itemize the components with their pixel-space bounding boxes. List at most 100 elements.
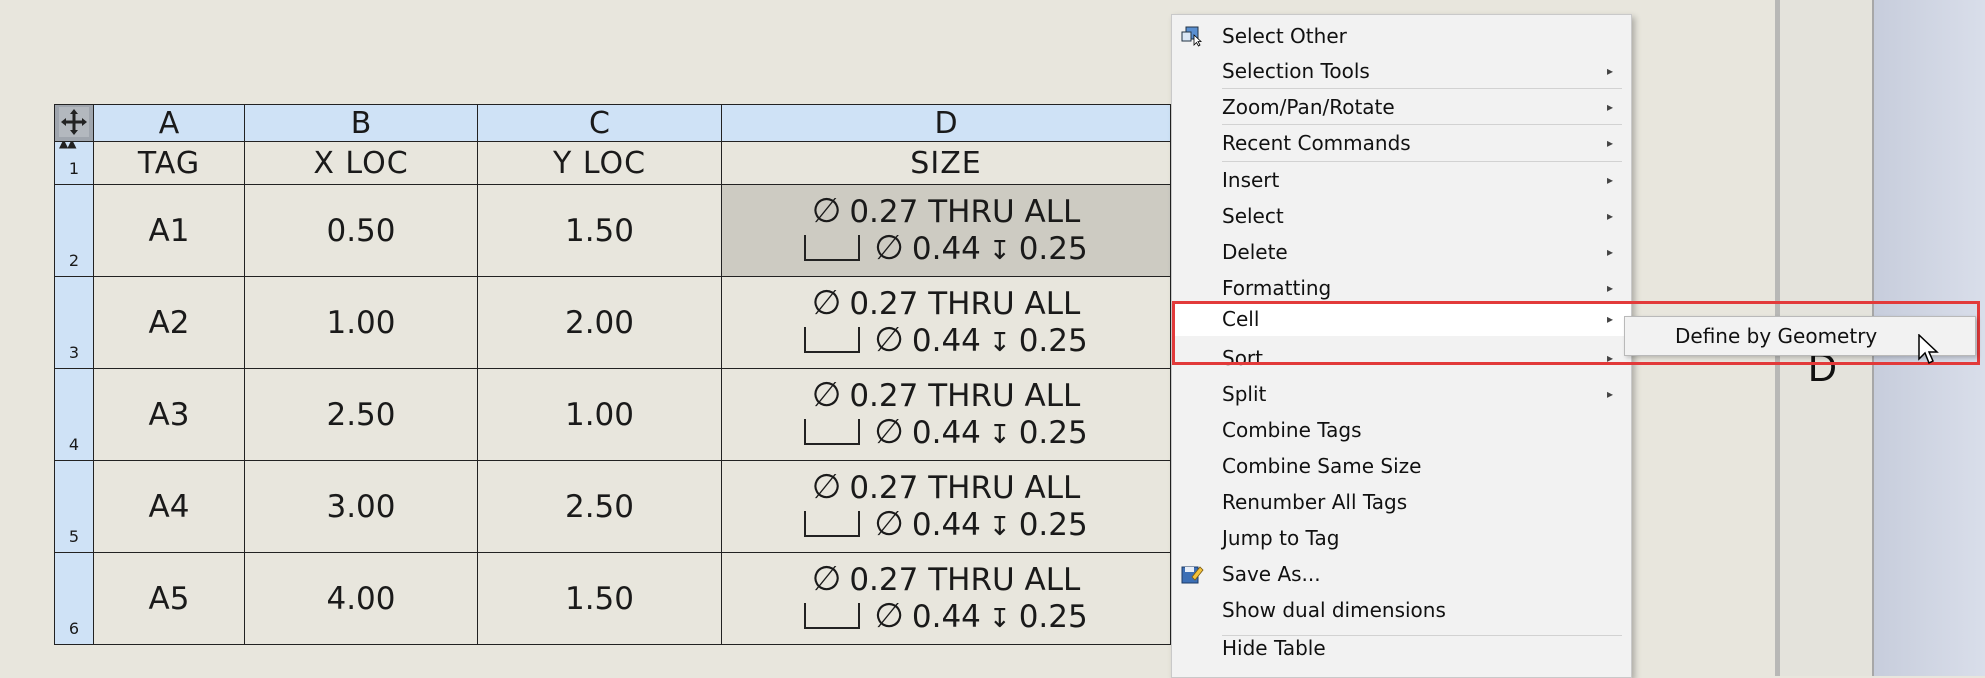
x-loc-cell[interactable]: 1.00: [244, 276, 478, 369]
row-number: 3: [68, 343, 80, 362]
size-line-1: ∅ 0.27 THRU ALL: [723, 466, 1170, 507]
menu-item-renumber-all-tags[interactable]: Renumber All Tags: [1172, 485, 1631, 519]
size-cell[interactable]: ∅ 0.27 THRU ALL ∅ 0.44 ↧ 0.25: [721, 184, 1171, 277]
menu-item-hide-table[interactable]: Hide Table: [1172, 631, 1631, 665]
context-menu: Select Other Selection Tools ▸ Zoom/Pan/Rot…: [1171, 14, 1632, 678]
diameter-symbol: ∅: [811, 282, 842, 323]
menu-item-label: Select: [1222, 204, 1284, 228]
menu-item-label: Jump to Tag: [1222, 526, 1340, 550]
submenu-arrow-icon: ▸: [1606, 100, 1613, 114]
menu-item-label: Combine Tags: [1222, 418, 1362, 442]
x-loc-cell[interactable]: 3.00: [244, 460, 478, 553]
row-header[interactable]: 6: [54, 552, 94, 645]
row-header[interactable]: 2: [54, 184, 94, 277]
size-line-2: ∅ 0.44 ↧ 0.25: [723, 414, 1170, 453]
menu-item-formatting[interactable]: Formatting ▸: [1172, 271, 1631, 305]
row-number: 5: [68, 527, 80, 546]
menu-item-label: Insert: [1222, 168, 1280, 192]
menu-item-label: Delete: [1222, 240, 1288, 264]
menu-item-sort[interactable]: Sort ▸: [1172, 341, 1631, 375]
counterbore-diameter: 0.44: [911, 322, 981, 359]
menu-item-selection-tools[interactable]: Selection Tools ▸: [1172, 54, 1631, 88]
header-cell-size[interactable]: SIZE: [721, 141, 1171, 185]
row-number: 1: [68, 159, 80, 178]
tag-cell[interactable]: A5: [93, 552, 245, 645]
menu-item-delete[interactable]: Delete ▸: [1172, 235, 1631, 269]
row-header-1[interactable]: ▲▲ 1: [54, 141, 94, 185]
size-cell[interactable]: ∅ 0.27 THRU ALL ∅ 0.44 ↧ 0.25: [721, 276, 1171, 369]
table-row: 2 A1 0.50 1.50 ∅ 0.27 THRU ALL ∅ 0.44 ↧ 0.25: [54, 184, 1171, 277]
y-loc-cell[interactable]: 2.50: [477, 460, 722, 553]
x-loc-cell[interactable]: 2.50: [244, 368, 478, 461]
menu-item-jump-to-tag[interactable]: Jump to Tag: [1172, 521, 1631, 555]
column-header-a[interactable]: A: [93, 104, 245, 142]
menu-item-save-as[interactable]: Save As...: [1172, 557, 1631, 591]
tag-cell[interactable]: A4: [93, 460, 245, 553]
diameter-symbol: ∅: [811, 558, 842, 599]
select-other-icon: [1181, 26, 1203, 47]
counterbore-depth: 0.25: [1018, 230, 1088, 267]
tag-cell[interactable]: A3: [93, 368, 245, 461]
x-loc-cell[interactable]: 4.00: [244, 552, 478, 645]
header-cell-tag[interactable]: TAG: [93, 141, 245, 185]
depth-symbol: ↧: [988, 327, 1011, 358]
menu-item-label: Recent Commands: [1222, 131, 1411, 155]
y-loc-cell[interactable]: 1.00: [477, 368, 722, 461]
y-loc-cell[interactable]: 1.50: [477, 184, 722, 277]
size-cell[interactable]: ∅ 0.27 THRU ALL ∅ 0.44 ↧ 0.25: [721, 368, 1171, 461]
size-cell[interactable]: ∅ 0.27 THRU ALL ∅ 0.44 ↧ 0.25: [721, 460, 1171, 553]
column-header-b[interactable]: B: [244, 104, 478, 142]
size-line-1: ∅ 0.27 THRU ALL: [723, 374, 1170, 415]
menu-item-show-dual-dimensions[interactable]: Show dual dimensions: [1172, 593, 1631, 627]
header-cell-y-loc[interactable]: Y LOC: [477, 141, 722, 185]
row-header[interactable]: 3: [54, 276, 94, 369]
menu-item-combine-same-size[interactable]: Combine Same Size: [1172, 449, 1631, 483]
submenu-arrow-icon: ▸: [1606, 281, 1613, 295]
counterbore-icon: [804, 326, 861, 353]
header-cell-x-loc[interactable]: X LOC: [244, 141, 478, 185]
menu-item-label: Split: [1222, 382, 1267, 406]
tag-cell[interactable]: A1: [93, 184, 245, 277]
menu-item-zoom-pan-rotate[interactable]: Zoom/Pan/Rotate ▸: [1172, 90, 1631, 124]
menu-item-select-other[interactable]: Select Other: [1172, 19, 1631, 53]
table-row: 6 A5 4.00 1.50 ∅ 0.27 THRU ALL ∅ 0.44 ↧ 0.25: [54, 552, 1171, 645]
y-loc-cell[interactable]: 2.00: [477, 276, 722, 369]
menu-item-select[interactable]: Select ▸: [1172, 199, 1631, 233]
size-cell[interactable]: ∅ 0.27 THRU ALL ∅ 0.44 ↧ 0.25: [721, 552, 1171, 645]
menu-item-split[interactable]: Split ▸: [1172, 377, 1631, 411]
table-row: 5 A4 3.00 2.50 ∅ 0.27 THRU ALL ∅ 0.44 ↧ 0.25: [54, 460, 1171, 553]
table-header-row: ▲▲ 1 TAG X LOC Y LOC SIZE: [54, 141, 1171, 185]
hole-callout-text: 0.27 THRU ALL: [849, 469, 1081, 506]
menu-item-label: Define by Geometry: [1675, 324, 1878, 348]
hole-callout-text: 0.27 THRU ALL: [849, 561, 1081, 598]
diameter-symbol: ∅: [811, 466, 842, 507]
counterbore-diameter: 0.44: [911, 230, 981, 267]
depth-symbol: ↧: [988, 235, 1011, 266]
row-header[interactable]: 4: [54, 368, 94, 461]
menu-item-insert[interactable]: Insert ▸: [1172, 163, 1631, 197]
column-letter-row: A B C D: [54, 104, 1171, 142]
row-number: 4: [68, 435, 80, 454]
hole-table[interactable]: A B C D ▲▲ 1 TAG X LOC Y LOC SIZE 2 A1 0.5…: [54, 104, 1171, 645]
size-line-1: ∅ 0.27 THRU ALL: [723, 282, 1170, 323]
size-line-2: ∅ 0.44 ↧ 0.25: [723, 230, 1170, 269]
tag-cell[interactable]: A2: [93, 276, 245, 369]
counterbore-diameter: 0.44: [911, 598, 981, 635]
table-move-handle[interactable]: [54, 104, 94, 142]
menu-item-combine-tags[interactable]: Combine Tags: [1172, 413, 1631, 447]
y-loc-cell[interactable]: 1.50: [477, 552, 722, 645]
submenu-arrow-icon: ▸: [1606, 64, 1613, 78]
column-header-c[interactable]: C: [477, 104, 722, 142]
row-collapse-icon: ▲▲: [59, 141, 76, 151]
menu-item-label: Select Other: [1222, 24, 1347, 48]
menu-item-recent-commands[interactable]: Recent Commands ▸: [1172, 126, 1631, 160]
hole-callout-text: 0.27 THRU ALL: [849, 285, 1081, 322]
hole-callout-text: 0.27 THRU ALL: [849, 377, 1081, 414]
submenu-arrow-icon: ▸: [1606, 351, 1613, 365]
menu-item-label: Show dual dimensions: [1222, 598, 1446, 622]
column-header-d[interactable]: D: [721, 104, 1171, 142]
row-header[interactable]: 5: [54, 460, 94, 553]
diameter-symbol: ∅: [811, 374, 842, 415]
x-loc-cell[interactable]: 0.50: [244, 184, 478, 277]
menu-item-cell[interactable]: Cell ▸: [1172, 302, 1631, 336]
